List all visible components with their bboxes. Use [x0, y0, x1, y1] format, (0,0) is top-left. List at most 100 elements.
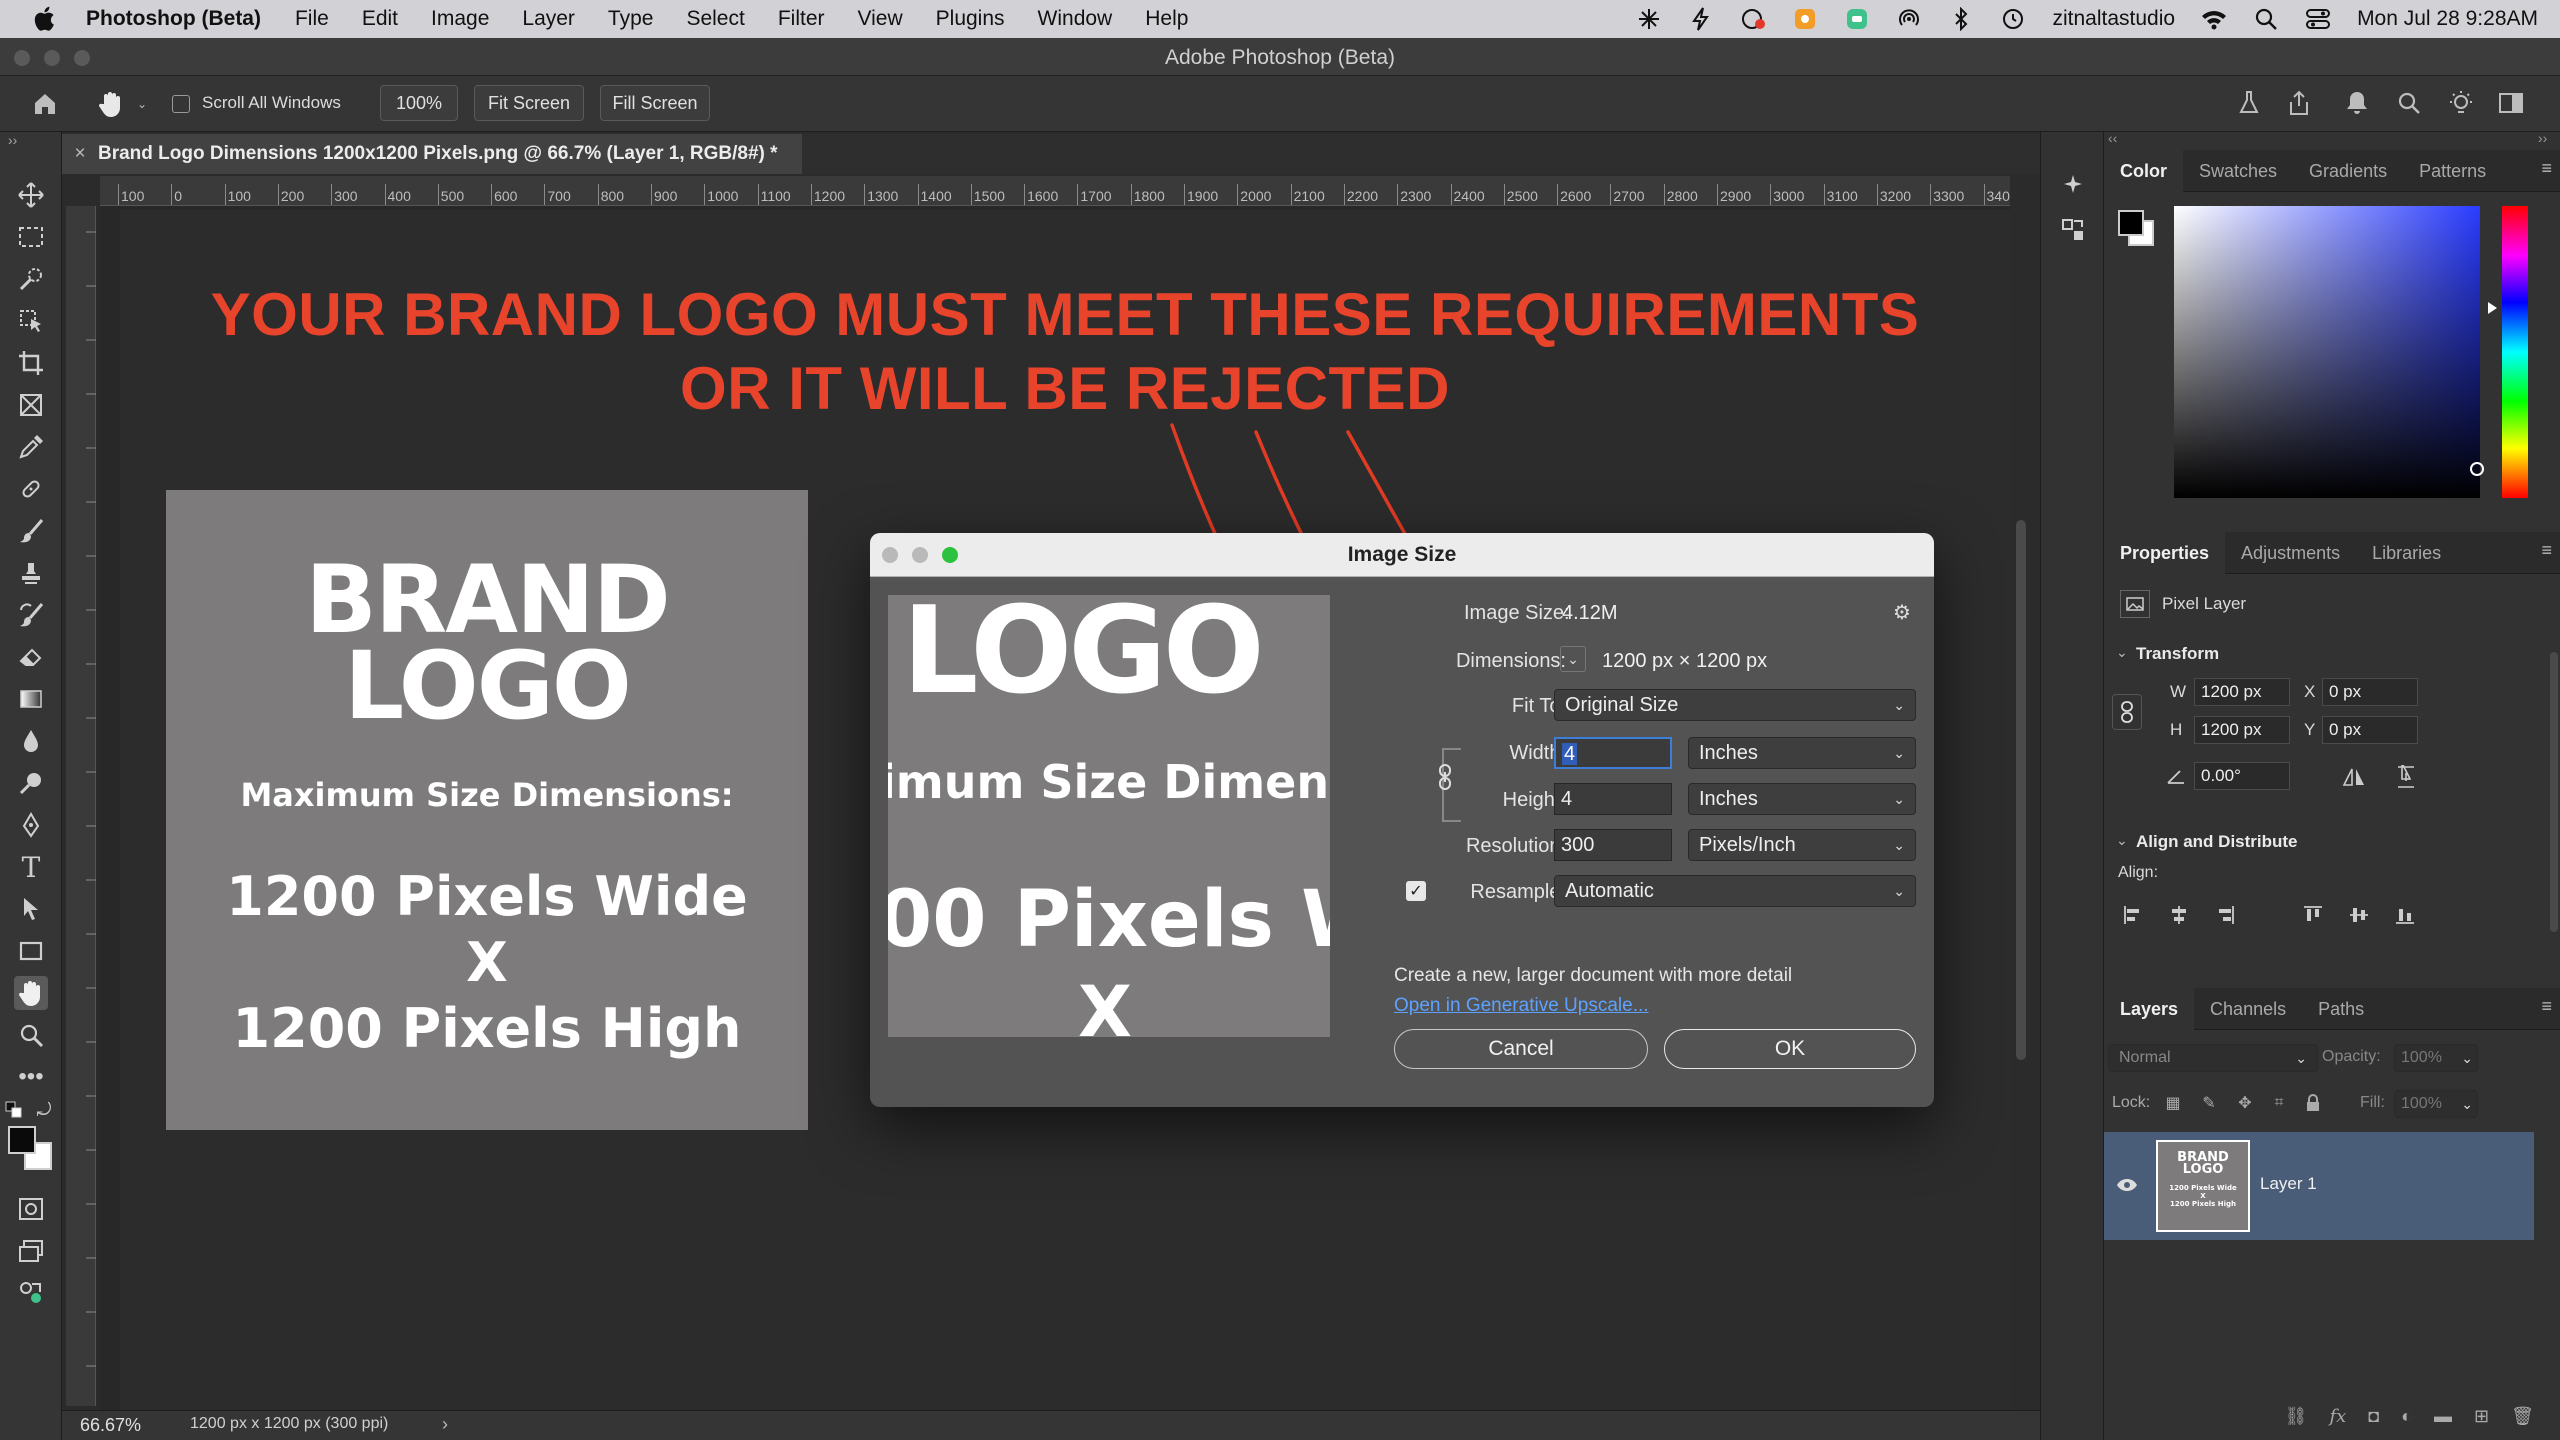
- layer-thumbnail: BRAND LOGO 1200 Pixels Wide X 1200 Pixel…: [2156, 1140, 2250, 1232]
- fill-value: 100%: [2401, 1095, 2442, 1112]
- align-bottom-edges-icon[interactable]: [2392, 902, 2418, 928]
- angle-input[interactable]: 0.00°: [2194, 762, 2290, 790]
- add-mask-icon[interactable]: ◘: [2368, 1406, 2379, 1427]
- align-chevron-icon[interactable]: ⌄: [2116, 832, 2128, 849]
- tab-color[interactable]: Color: [2104, 149, 2183, 192]
- align-label: Align:: [2118, 864, 2159, 881]
- blend-mode-value: Normal: [2119, 1049, 2171, 1066]
- fill-input[interactable]: 100% ⌄: [2394, 1090, 2478, 1118]
- layer-name[interactable]: Layer 1: [2260, 1174, 2317, 1194]
- color-field[interactable]: [2174, 206, 2484, 498]
- cancel-button[interactable]: Cancel: [1394, 1029, 1648, 1069]
- panel-icon-strip: [2040, 132, 2104, 1440]
- align-top-edges-icon[interactable]: [2300, 902, 2326, 928]
- blend-mode-select[interactable]: Normal ⌄: [2108, 1044, 2318, 1072]
- h-label: H: [2170, 720, 2183, 739]
- layer-row[interactable]: BRAND LOGO 1200 Pixels Wide X 1200 Pixel…: [2104, 1132, 2534, 1240]
- collapse-panels-icon[interactable]: ‹‹: [2108, 130, 2117, 146]
- resolution-input[interactable]: 300: [1554, 829, 1672, 861]
- y-label: Y: [2304, 720, 2316, 739]
- image-preview[interactable]: LOGO imum Size Dimensi 00 Pixels W X: [888, 595, 1330, 1037]
- resolution-unit-select[interactable]: Pixels/Inch ⌄: [1688, 829, 1916, 861]
- ok-button[interactable]: OK: [1664, 1029, 1916, 1069]
- y-input[interactable]: 0 px: [2322, 716, 2418, 744]
- hue-slider[interactable]: [2502, 206, 2528, 498]
- brand-logo-artwork: BRAND LOGO Maximum Size Dimensions: 1200…: [166, 490, 808, 1130]
- dialog-zoom-button[interactable]: [942, 547, 958, 563]
- dimensions-chevron-icon[interactable]: ⌄: [1560, 646, 1586, 672]
- chevron-right-icon[interactable]: ›: [442, 1414, 448, 1435]
- properties-scrollbar[interactable]: [2550, 652, 2558, 932]
- status-zoom[interactable]: 66.67%: [80, 1415, 141, 1436]
- foreground-color-swatch[interactable]: [8, 1126, 36, 1154]
- thumb-width-text: 1200 Pixels Wide: [2169, 1184, 2237, 1192]
- tab-layers[interactable]: Layers: [2104, 987, 2195, 1030]
- link-dimensions-icon[interactable]: [2112, 694, 2142, 730]
- delete-layer-trash-icon[interactable]: 🗑: [2511, 1406, 2534, 1427]
- layer-visibility-eye-icon[interactable]: [2114, 1172, 2140, 1198]
- dialog-close-button[interactable]: [882, 547, 898, 563]
- tab-paths[interactable]: Paths: [2302, 988, 2380, 1030]
- opacity-input[interactable]: 100% ⌄: [2394, 1044, 2478, 1072]
- layers-panel-menu-icon[interactable]: ≡: [2541, 996, 2552, 1017]
- generative-upscale-link[interactable]: Open in Generative Upscale...: [1394, 995, 1649, 1017]
- new-group-folder-icon[interactable]: ▬: [2434, 1406, 2452, 1427]
- lock-artboard-icon[interactable]: ⌗: [2268, 1092, 2290, 1114]
- tab-patterns[interactable]: Patterns: [2403, 150, 2502, 192]
- w-input[interactable]: 1200 px: [2194, 678, 2290, 706]
- lock-transparent-icon[interactable]: ▦: [2162, 1092, 2184, 1114]
- transform-header[interactable]: Transform: [2136, 644, 2219, 664]
- tab-gradients[interactable]: Gradients: [2293, 150, 2403, 192]
- tab-adjustments[interactable]: Adjustments: [2225, 532, 2356, 574]
- status-doc-info[interactable]: 1200 px x 1200 px (300 ppi): [190, 1415, 388, 1433]
- align-vertical-centers-icon[interactable]: [2346, 902, 2372, 928]
- h-input[interactable]: 1200 px: [2194, 716, 2290, 744]
- tab-libraries[interactable]: Libraries: [2356, 532, 2457, 574]
- align-distribute-header[interactable]: Align and Distribute: [2136, 832, 2298, 852]
- resolution-label: Resolution:: [1465, 835, 1566, 857]
- canvas-vertical-scrollbar[interactable]: [2016, 520, 2026, 1060]
- color-picker-handle[interactable]: [2470, 462, 2484, 476]
- chevron-down-icon: ⌄: [1893, 883, 1905, 899]
- resample-select[interactable]: Automatic ⌄: [1554, 875, 1916, 907]
- link-layers-icon[interactable]: ⛓: [2285, 1406, 2308, 1427]
- fit-to-select[interactable]: Original Size ⌄: [1554, 689, 1916, 721]
- width-unit-select[interactable]: Inches ⌄: [1688, 737, 1916, 769]
- lock-all-icon[interactable]: [2302, 1092, 2324, 1114]
- height-input[interactable]: 4: [1554, 783, 1672, 815]
- adjustment-layer-icon[interactable]: ◐: [2401, 1406, 2412, 1427]
- flip-horizontal-icon[interactable]: [2340, 764, 2368, 790]
- dialog-minimize-button[interactable]: [912, 547, 928, 563]
- layer-style-fx-icon[interactable]: fx: [2329, 1406, 2346, 1427]
- generative-sparkle-icon[interactable]: [2057, 170, 2089, 202]
- properties-panel-menu-icon[interactable]: ≡: [2541, 540, 2552, 561]
- tab-properties[interactable]: Properties: [2104, 531, 2226, 574]
- hue-slider-handle[interactable]: [2488, 302, 2497, 314]
- expand-panels-icon[interactable]: ››: [2538, 130, 2547, 146]
- x-input[interactable]: 0 px: [2322, 678, 2418, 706]
- transform-chevron-icon[interactable]: ⌄: [2116, 644, 2128, 661]
- right-panels: ‹‹ ›› Color Swatches Gradients Patterns …: [2104, 130, 2560, 1440]
- panel-foreground-swatch[interactable]: [2118, 210, 2144, 236]
- color-panel-menu-icon[interactable]: ≡: [2541, 158, 2552, 179]
- adjustment-presets-icon[interactable]: [2057, 214, 2089, 246]
- logo-width-text: 1200 Pixels Wide: [226, 865, 748, 928]
- settings-gear-icon[interactable]: ⚙: [1886, 597, 1918, 627]
- align-horizontal-centers-icon[interactable]: [2166, 902, 2192, 928]
- color-panel-tabs: Color Swatches Gradients Patterns ≡: [2104, 149, 2560, 192]
- layer-kind-label: Pixel Layer: [2162, 594, 2247, 613]
- lock-image-brush-icon[interactable]: ✎: [2198, 1092, 2220, 1114]
- flip-vertical-icon[interactable]: [2392, 764, 2420, 790]
- new-layer-icon[interactable]: ⊞: [2474, 1406, 2489, 1427]
- tab-swatches[interactable]: Swatches: [2183, 150, 2293, 192]
- w-label: W: [2170, 682, 2187, 701]
- height-unit-select[interactable]: Inches ⌄: [1688, 783, 1916, 815]
- width-input[interactable]: 4: [1554, 737, 1672, 769]
- height-label: Height:: [1502, 789, 1566, 811]
- resample-value: Automatic: [1565, 880, 1654, 902]
- lock-position-icon[interactable]: ✥: [2234, 1092, 2256, 1114]
- align-left-edges-icon[interactable]: [2120, 902, 2146, 928]
- layers-panel-tabs: Layers Channels Paths ≡: [2104, 987, 2560, 1030]
- tab-channels[interactable]: Channels: [2194, 988, 2302, 1030]
- align-right-edges-icon[interactable]: [2212, 902, 2238, 928]
